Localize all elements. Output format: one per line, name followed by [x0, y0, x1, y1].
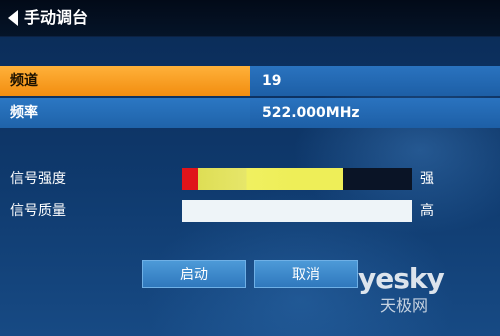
- signal-quality-level: 高: [420, 203, 434, 219]
- signal-strength-level: 强: [420, 171, 434, 187]
- title-bar: 手动调台: [0, 0, 500, 37]
- signal-strength-bar: [182, 168, 412, 190]
- frequency-label: 频率: [0, 98, 250, 128]
- signal-strength-label: 信号强度: [10, 171, 66, 187]
- channel-label: 频道: [0, 66, 250, 96]
- watermark-cn: 天极网: [380, 296, 429, 315]
- signal-quality-fill: [182, 200, 412, 222]
- channel-value[interactable]: 19: [250, 66, 500, 96]
- channel-row[interactable]: 频道 19: [0, 66, 500, 96]
- start-button[interactable]: 启动: [142, 260, 246, 288]
- chevron-left-icon[interactable]: [6, 8, 20, 28]
- frequency-value[interactable]: 522.000MHz: [250, 98, 500, 128]
- signal-quality-bar: [182, 200, 412, 222]
- cancel-button[interactable]: 取消: [254, 260, 358, 288]
- watermark-brand: yesky: [358, 262, 445, 295]
- frequency-row[interactable]: 频率 522.000MHz: [0, 98, 500, 128]
- signal-strength-fill: [182, 168, 343, 190]
- watermark-logo: yesky 天极网: [358, 262, 498, 322]
- page-title: 手动调台: [24, 8, 89, 27]
- signal-quality-label: 信号质量: [10, 203, 66, 219]
